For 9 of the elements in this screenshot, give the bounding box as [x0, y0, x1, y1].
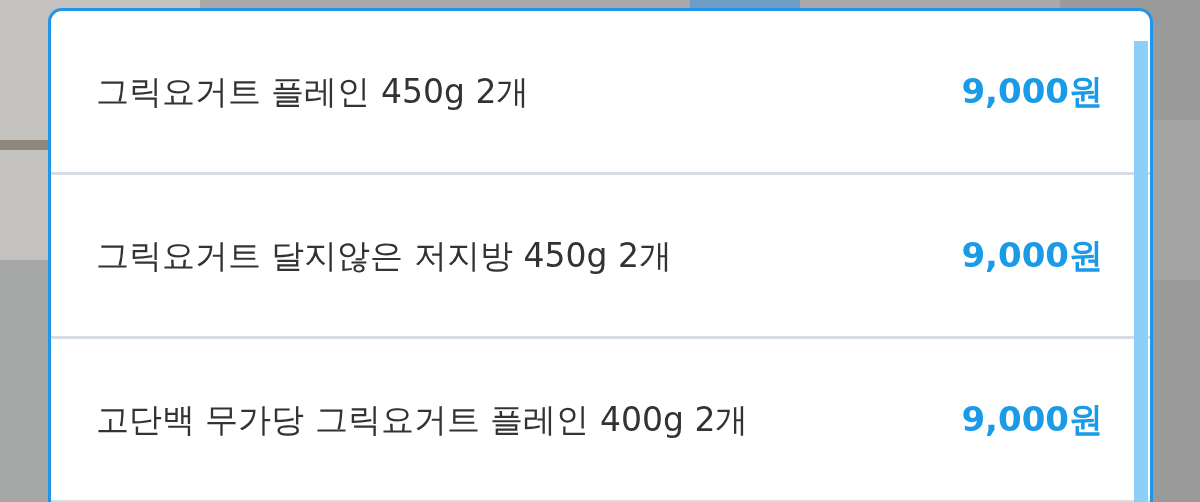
option-item[interactable]: 그릭요거트 달지않은 저지방 450g 2개 9,000원	[51, 175, 1150, 339]
option-name: 그릭요거트 플레인 450g 2개	[96, 70, 530, 113]
option-item[interactable]: 그릭요거트 플레인 450g 2개 9,000원	[51, 11, 1150, 175]
option-item[interactable]: 고단백 무가당 그릭요거트 플레인 400g 2개 9,000원	[51, 339, 1150, 502]
option-name: 고단백 무가당 그릭요거트 플레인 400g 2개	[96, 398, 749, 441]
option-name: 그릭요거트 달지않은 저지방 450g 2개	[96, 234, 672, 277]
option-price: 9,000원	[961, 70, 1103, 113]
option-price: 9,000원	[961, 398, 1103, 441]
option-price: 9,000원	[961, 234, 1103, 277]
